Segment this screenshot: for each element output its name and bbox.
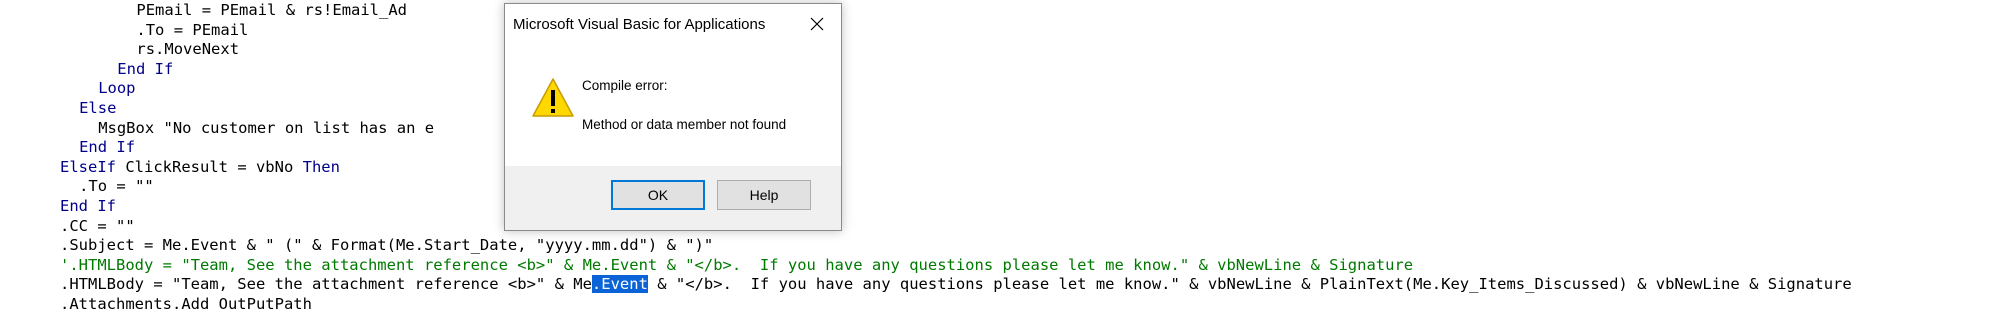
code-line[interactable]: MsgBox "No customer on list has an e <box>98 118 434 138</box>
dialog-title: Microsoft Visual Basic for Applications <box>513 16 766 33</box>
error-detail: Method or data member not found <box>582 117 787 132</box>
code-line[interactable]: .CC = "" <box>60 216 135 236</box>
code-token: MsgBox "No customer on list has an e <box>98 118 435 137</box>
code-line[interactable]: .Attachments.Add OutPutPath <box>60 294 312 311</box>
keyword-token: ElseIf <box>60 157 116 176</box>
code-token: .HTMLBody = "Team, See the attachment re… <box>60 275 592 294</box>
warning-icon <box>531 77 575 119</box>
code-token: .Subject = Me.Event & " (" & Format(Me.S… <box>60 236 714 255</box>
code-token: ClickResult = vbNo <box>116 157 303 176</box>
error-heading: Compile error: <box>582 78 668 93</box>
code-line[interactable]: ElseIf ClickResult = vbNo Then <box>60 157 340 177</box>
code-token: & "</b>. If you have any questions pleas… <box>647 275 1852 294</box>
code-line[interactable]: Loop <box>98 78 135 98</box>
code-line[interactable]: .To = "" <box>79 176 154 196</box>
code-line[interactable]: End If <box>79 137 135 157</box>
keyword-token: End If <box>79 138 136 157</box>
keyword-token: End If <box>60 197 116 215</box>
code-token: .To = PEmail <box>136 20 249 39</box>
keyword-token: Loop <box>98 79 136 98</box>
code-line[interactable]: '.HTMLBody = "Team, See the attachment r… <box>60 255 1413 275</box>
code-line[interactable]: rs.MoveNext <box>136 39 239 59</box>
selected-text: .Event <box>591 275 648 294</box>
code-line[interactable]: Else <box>79 98 116 118</box>
ok-button[interactable]: OK <box>611 180 705 210</box>
code-token: .Attachments.Add OutPutPath <box>60 295 312 311</box>
code-line[interactable]: .Subject = Me.Event & " (" & Format(Me.S… <box>60 235 713 255</box>
code-token: rs.MoveNext <box>136 40 240 59</box>
code-editor[interactable]: PEmail = PEmail & rs!Email_Ad " .To = PEm… <box>0 0 1998 311</box>
keyword-token: Then <box>302 157 340 176</box>
compile-error-dialog: Microsoft Visual Basic for Applications … <box>504 3 842 231</box>
code-line[interactable]: End If <box>117 59 173 79</box>
code-token: .CC = "" <box>60 216 135 235</box>
code-line[interactable]: .HTMLBody = "Team, See the attachment re… <box>60 274 1852 294</box>
code-line[interactable]: .To = PEmail <box>136 20 248 40</box>
code-line[interactable]: End If <box>60 196 116 216</box>
keyword-token: Else <box>79 99 117 117</box>
comment-token: '.HTMLBody = "Team, See the attachment r… <box>60 255 1414 274</box>
help-button[interactable]: Help <box>717 180 811 210</box>
keyword-token: End If <box>117 59 174 78</box>
close-icon[interactable] <box>799 8 835 40</box>
code-token: .To = "" <box>79 177 154 196</box>
